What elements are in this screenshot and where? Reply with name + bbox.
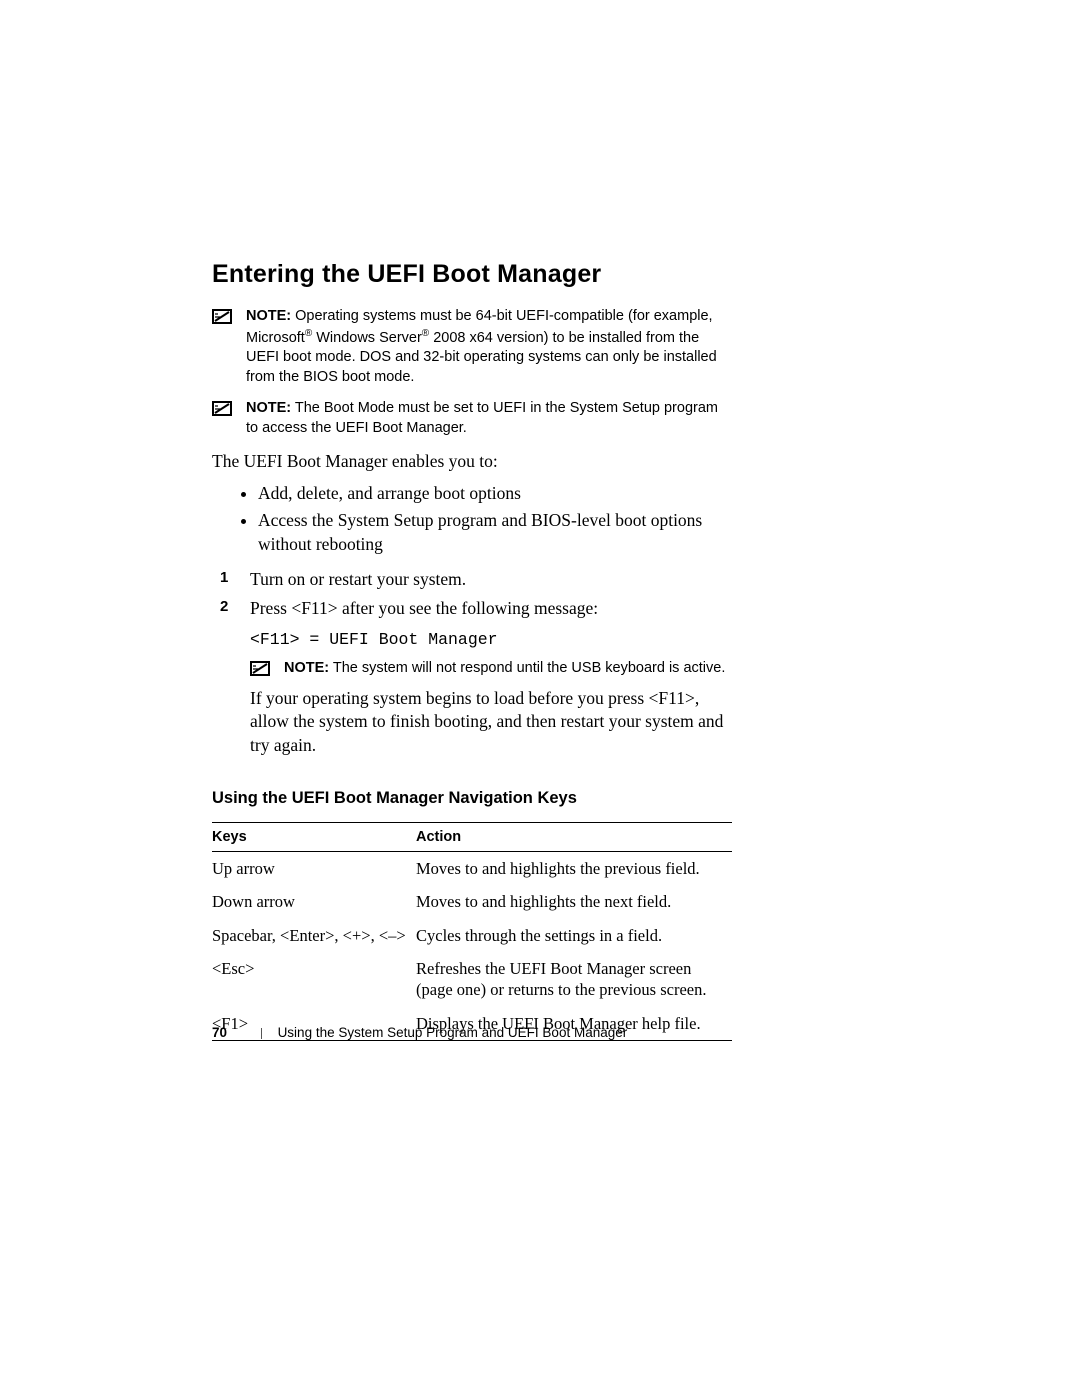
step-number: 2: [220, 597, 228, 617]
note-label: NOTE:: [246, 308, 291, 324]
step-1: 1 Turn on or restart your system.: [212, 565, 732, 595]
col-keys: Keys: [212, 822, 416, 851]
note-2-body: The Boot Mode must be set to UEFI in the…: [246, 400, 718, 436]
cell-key: Spacebar, <Enter>, <+>, <–>: [212, 919, 416, 952]
step-number: 1: [220, 568, 228, 588]
cell-key: Down arrow: [212, 885, 416, 918]
cell-action: Cycles through the settings in a field.: [416, 919, 732, 952]
footer-title: Using the System Setup Program and UEFI …: [278, 1025, 628, 1040]
step-2-code: <F11> = UEFI Boot Manager: [250, 629, 732, 651]
step-list: 1 Turn on or restart your system. 2 Pres…: [212, 565, 732, 761]
note-label: NOTE:: [284, 660, 329, 676]
note-1: NOTE: Operating systems must be 64-bit U…: [212, 307, 732, 387]
bullet-list: Add, delete, and arrange boot options Ac…: [212, 480, 732, 559]
intro-text: The UEFI Boot Manager enables you to:: [212, 450, 732, 474]
table-row: Spacebar, <Enter>, <+>, <–> Cycles throu…: [212, 919, 732, 952]
subheading: Using the UEFI Boot Manager Navigation K…: [212, 789, 732, 808]
page-number: 70: [212, 1025, 227, 1040]
cell-action: Moves to and highlights the previous fie…: [416, 851, 732, 885]
page-footer: 70 Using the System Setup Program and UE…: [212, 1025, 627, 1040]
table-row: <Esc> Refreshes the UEFI Boot Manager sc…: [212, 952, 732, 1007]
step-1-text: Turn on or restart your system.: [250, 569, 466, 589]
list-item: Access the System Setup program and BIOS…: [258, 507, 732, 558]
cell-action: Refreshes the UEFI Boot Manager screen (…: [416, 952, 732, 1007]
step-2-after: If your operating system begins to load …: [250, 688, 723, 755]
note-icon: [212, 401, 232, 416]
note-1-mid: Windows Server: [312, 329, 422, 345]
table-header-row: Keys Action: [212, 822, 732, 851]
note-2: NOTE: The Boot Mode must be set to UEFI …: [212, 399, 732, 438]
col-action: Action: [416, 822, 732, 851]
cell-action: Moves to and highlights the next field.: [416, 885, 732, 918]
cell-key: Up arrow: [212, 851, 416, 885]
page-content: Entering the UEFI Boot Manager NOTE: Ope…: [212, 260, 732, 1041]
nav-keys-table: Keys Action Up arrow Moves to and highli…: [212, 822, 732, 1042]
note-3-text: NOTE: The system will not respond until …: [284, 659, 725, 679]
table-row: Up arrow Moves to and highlights the pre…: [212, 851, 732, 885]
note-3-body: The system will not respond until the US…: [329, 660, 725, 676]
note-icon: [250, 661, 270, 676]
table-row: Down arrow Moves to and highlights the n…: [212, 885, 732, 918]
step-2-text: Press <F11> after you see the following …: [250, 598, 598, 618]
note-2-text: NOTE: The Boot Mode must be set to UEFI …: [246, 399, 732, 438]
note-1-text: NOTE: Operating systems must be 64-bit U…: [246, 307, 732, 387]
footer-separator: [261, 1028, 262, 1039]
note-3: NOTE: The system will not respond until …: [250, 659, 732, 679]
note-icon: [212, 309, 232, 324]
cell-key: <Esc>: [212, 952, 416, 1007]
page-heading: Entering the UEFI Boot Manager: [212, 260, 732, 289]
list-item: Add, delete, and arrange boot options: [258, 480, 732, 508]
note-label: NOTE:: [246, 400, 291, 416]
step-2: 2 Press <F11> after you see the followin…: [212, 594, 732, 760]
